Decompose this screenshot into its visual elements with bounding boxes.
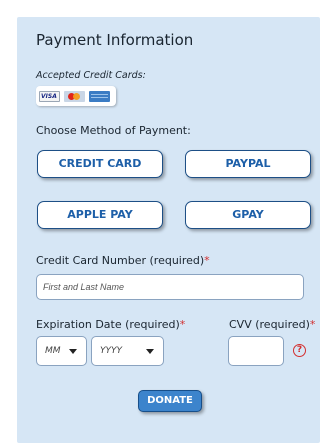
visa-icon: VISA [39, 91, 60, 102]
month-select[interactable]: MM [36, 336, 87, 366]
required-mark: * [179, 318, 186, 331]
credit-card-button[interactable]: CREDIT CARD [37, 150, 163, 178]
month-select-value: MM [45, 346, 61, 356]
help-icon[interactable]: ? [293, 344, 306, 357]
cvv-label-text: CVV (required) [229, 318, 310, 331]
required-mark: * [204, 254, 210, 267]
year-select-value: YYYY [100, 346, 122, 356]
mastercard-icon [64, 91, 85, 102]
payment-panel: Payment Information Accepted Credit Card… [17, 17, 320, 443]
cvv-label: CVV (required)* [229, 318, 315, 331]
accepted-cards-logos: VISA [36, 86, 116, 106]
page-title: Payment Information [36, 31, 194, 49]
required-mark: * [309, 318, 316, 331]
expiration-label: Expiration Date (required)* [36, 318, 185, 331]
visa-icon-text: VISA [41, 93, 57, 100]
chevron-down-icon [146, 349, 154, 354]
expiration-label-text: Expiration Date (required) [36, 318, 180, 331]
card-number-input[interactable] [36, 274, 304, 300]
paypal-button[interactable]: PAYPAL [185, 150, 311, 178]
donate-button[interactable]: DONATE [138, 390, 202, 412]
accepted-cards-label: Accepted Credit Cards: [36, 70, 146, 81]
card-number-label-text: Credit Card Number (required) [36, 254, 205, 267]
cvv-input[interactable] [228, 336, 284, 366]
card-number-label: Credit Card Number (required)* [36, 254, 210, 267]
apple-pay-button[interactable]: APPLE PAY [37, 201, 163, 229]
payment-method-label: Choose Method of Payment: [36, 124, 191, 137]
amex-icon [89, 91, 110, 102]
gpay-button[interactable]: GPAY [185, 201, 311, 229]
year-select[interactable]: YYYY [91, 336, 164, 366]
chevron-down-icon [69, 349, 77, 354]
